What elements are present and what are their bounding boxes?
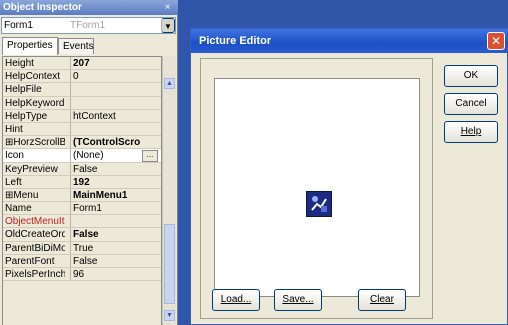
property-name: ObjectMenuIter [5,216,65,228]
property-value[interactable]: 96 [73,268,161,281]
property-row[interactable]: ⊞Menu MainMenu1 [3,188,161,203]
property-row[interactable]: Left 192 [3,175,161,189]
object-selector-combo[interactable]: Form1 TForm1 ▼ [1,17,176,34]
property-name: HelpType [5,110,48,122]
picture-icon [306,191,332,217]
property-value[interactable]: 0 [73,70,161,83]
property-value[interactable]: False [73,228,161,241]
property-row[interactable]: KeyPreview False [3,162,161,176]
property-value[interactable]: False [73,255,161,268]
object-selector-type: TForm1 [70,20,105,31]
property-name: HelpKeyword [5,97,65,109]
close-icon[interactable]: ✕ [487,32,505,50]
property-value[interactable]: htContext [73,110,161,123]
property-row[interactable]: HelpFile [3,83,161,97]
property-row[interactable]: HelpContext 0 [3,70,161,84]
property-row[interactable]: ⊞HorzScrollBar (TControlScro [3,136,161,150]
property-row[interactable]: Name Form1 [3,202,161,216]
property-value[interactable]: (TControlScro [73,136,161,149]
property-row[interactable]: ParentFont False [3,254,161,268]
property-name: KeyPreview [5,163,58,175]
scrollbar-thumb[interactable] [164,224,175,304]
property-name: Left [5,176,22,188]
picture-editor-title: Picture Editor [191,29,508,53]
property-row[interactable]: Hint [3,122,161,137]
property-name: HelpFile [5,84,42,96]
property-row[interactable]: ObjectMenuIter [3,215,161,229]
picture-preview [214,78,420,297]
property-name: PixelsPerInch [5,269,65,280]
property-grid: Height 207 HelpContext 0 HelpFile HelpKe… [2,56,162,325]
property-name: ⊞HorzScrollBar [5,137,65,149]
picture-editor-dialog: Picture Editor ✕ OK Cancel Help Load... … [190,28,508,325]
scroll-up-icon[interactable]: ▲ [164,78,175,89]
property-name: ParentBiDiMod [5,242,65,254]
save-button[interactable]: Save... [274,289,322,311]
property-value[interactable]: False [73,163,161,176]
property-value[interactable]: 207 [73,57,161,70]
tab-events[interactable]: Events [58,38,94,54]
property-row[interactable]: HelpKeyword [3,96,161,110]
property-value[interactable]: True [73,242,161,255]
object-inspector-close-icon[interactable]: × [162,2,173,13]
property-row[interactable]: Height 207 [3,57,161,71]
object-selector-name: Form1 [4,20,33,31]
property-name: HelpContext [5,71,61,83]
help-button[interactable]: Help [444,121,498,143]
picture-group-panel [200,58,433,319]
property-name: ParentFont [5,255,55,267]
property-grid-scrollbar[interactable]: ▲ ▼ [162,56,176,325]
scroll-down-icon[interactable]: ▼ [164,310,175,321]
property-name: Hint [5,123,23,135]
tab-properties[interactable]: Properties [2,37,58,55]
property-row-selected[interactable]: Icon (None) ... [3,149,161,163]
property-row[interactable]: HelpType htContext [3,109,161,123]
property-value[interactable]: MainMenu1 [73,189,161,202]
property-name: Name [5,203,32,215]
ellipsis-button[interactable]: ... [142,150,158,163]
property-name: Icon [5,150,24,162]
property-value[interactable]: Form1 [73,202,161,215]
load-button[interactable]: Load... [212,289,260,311]
property-value[interactable]: 192 [73,176,161,189]
property-name: ⊞Menu [5,189,39,201]
property-name: Height [5,58,34,69]
object-inspector-window: Object Inspector × Form1 TForm1 ▼ Proper… [0,0,178,325]
cancel-button[interactable]: Cancel [444,93,498,115]
chevron-down-icon[interactable]: ▼ [161,18,175,33]
property-row[interactable]: OldCreateOrder False [3,228,161,242]
object-inspector-title: Object Inspector [0,0,178,15]
clear-button[interactable]: Clear [358,289,406,311]
property-row[interactable]: ParentBiDiMod True [3,241,161,255]
property-row[interactable]: PixelsPerInch 96 [3,268,161,282]
property-name: OldCreateOrder [5,229,65,241]
ok-button[interactable]: OK [444,65,498,87]
